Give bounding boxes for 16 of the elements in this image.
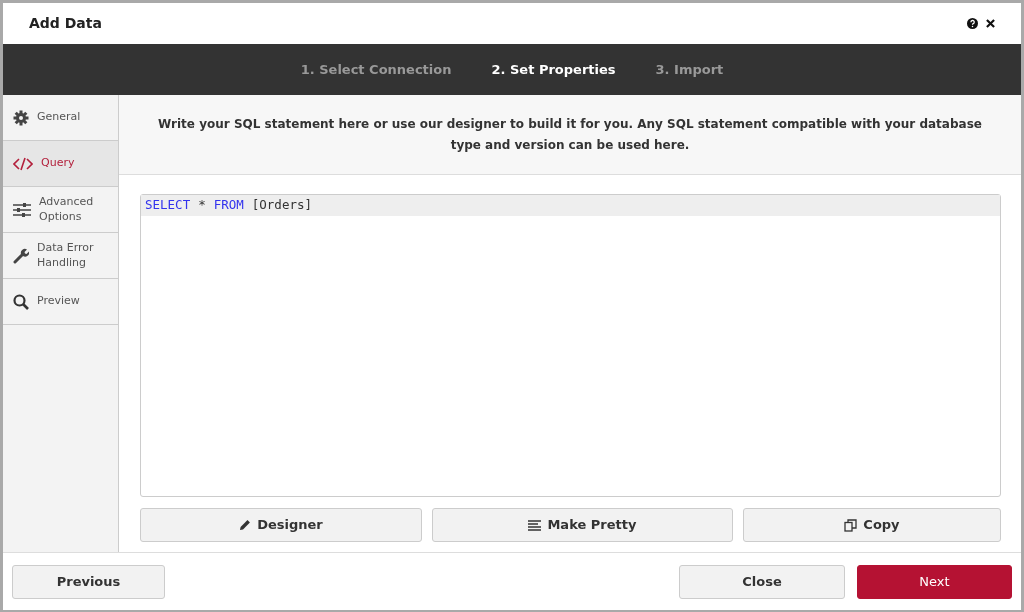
pencil-button[interactable]: Designer [140, 508, 422, 542]
step-tab[interactable]: 3. Import [655, 59, 724, 80]
sidebar-item[interactable]: Advanced Options [3, 187, 118, 233]
step-tab[interactable]: 2. Set Properties [491, 59, 616, 80]
step-tab[interactable]: 1. Select Connection [300, 59, 452, 80]
sidebar-item[interactable]: Query [3, 141, 118, 187]
lines-button[interactable]: Make Pretty [431, 508, 733, 542]
sidebar-item[interactable]: Preview [3, 279, 118, 325]
sql-editor[interactable]: SELECT * FROM [Orders] [140, 194, 1001, 497]
sidebar-item[interactable]: Data Error Handling [3, 233, 118, 279]
copy-button[interactable]: Copy [743, 508, 1001, 542]
instruction-text: Write your SQL statement here or use our designer to build it for you. Any SQL statement compatible with your database type and version can be used here. [157, 115, 983, 154]
window-title: Add Data [29, 14, 102, 33]
next-button[interactable]: Next [857, 564, 1012, 599]
previous-button[interactable]: Previous [12, 564, 165, 599]
close-button[interactable]: Close [679, 564, 845, 599]
